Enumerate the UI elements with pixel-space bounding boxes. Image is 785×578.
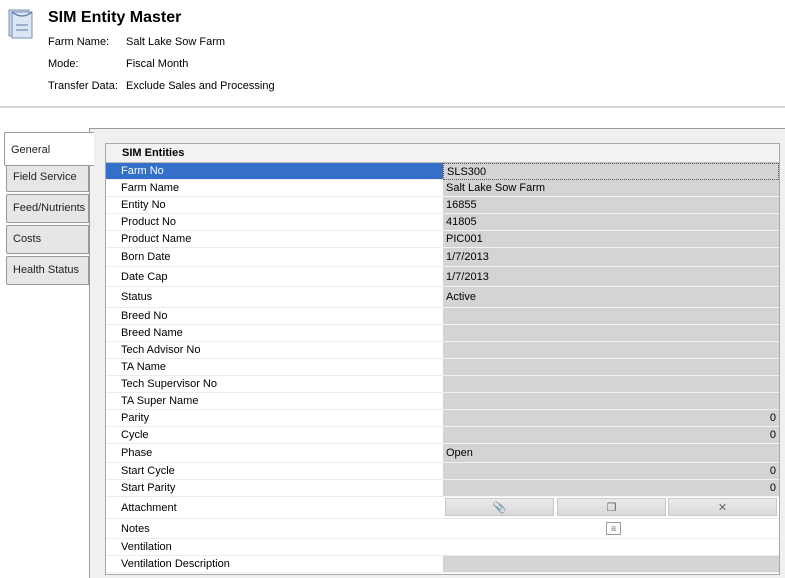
grid-row-entity-no[interactable]: Entity No 16855	[106, 197, 779, 214]
tab-field-service[interactable]: Field Service	[6, 163, 89, 192]
field-label: Attachment	[106, 497, 443, 519]
field-label: Product Name	[106, 231, 443, 248]
grid-row-ventilation-description[interactable]: Ventilation Description	[106, 556, 779, 573]
grid-row-product-no[interactable]: Product No 41805	[106, 214, 779, 231]
open-folder-button[interactable]: ❐	[557, 498, 666, 516]
grid-row-phase[interactable]: Phase Open	[106, 444, 779, 463]
tab-general[interactable]: General	[4, 132, 94, 166]
grid-row-tech-supervisor-no[interactable]: Tech Supervisor No	[106, 376, 779, 393]
field-label: Entity No	[106, 197, 443, 214]
field-value[interactable]	[443, 393, 779, 410]
grid-title: SIM Entities	[106, 144, 779, 163]
field-label: TA Name	[106, 359, 443, 376]
grid-row-status[interactable]: Status Active	[106, 287, 779, 308]
transfer-data-value: Exclude Sales and Processing	[126, 80, 275, 92]
document-stack-icon	[8, 9, 33, 39]
delete-x-icon: ✕	[717, 501, 728, 514]
paperclip-icon: 📎	[492, 501, 507, 514]
field-value[interactable]: 1/7/2013	[443, 267, 779, 287]
header: SIM Entity Master Farm Name: Salt Lake So…	[0, 0, 785, 108]
field-label: Cycle	[106, 427, 443, 444]
field-value[interactable]: a	[443, 519, 779, 539]
field-label: Breed No	[106, 308, 443, 325]
grid-row-product-name[interactable]: Product Name PIC001	[106, 231, 779, 248]
field-value[interactable]: 1/7/2013	[443, 248, 779, 267]
field-label: Born Date	[106, 248, 443, 267]
sim-entities-grid: SIM Entities Farm No SLS300 Farm Name Salt …	[105, 143, 780, 575]
field-value[interactable]	[443, 556, 779, 573]
field-label: Tech Supervisor No	[106, 376, 443, 393]
field-label: Ventilation Description	[106, 556, 443, 573]
field-label: Start Cycle	[106, 463, 443, 480]
field-value[interactable]: 16855	[443, 197, 779, 214]
grid-row-ventilation[interactable]: Ventilation	[106, 539, 779, 556]
field-label: Status	[106, 287, 443, 308]
field-value[interactable]	[443, 325, 779, 342]
transfer-data-label: Transfer Data:	[48, 80, 118, 92]
grid-row-parity[interactable]: Parity 0	[106, 410, 779, 427]
field-label: Product No	[106, 214, 443, 231]
field-value[interactable]: 📎 ❐ ✕	[443, 497, 779, 519]
grid-row-farm-name[interactable]: Farm Name Salt Lake Sow Farm	[106, 180, 779, 197]
transfer-data-info: Transfer Data: Exclude Sales and Processi…	[48, 80, 275, 92]
grid-row-ta-super-name[interactable]: TA Super Name	[106, 393, 779, 410]
mode-info: Mode: Fiscal Month	[48, 58, 188, 70]
grid-row-date-cap[interactable]: Date Cap 1/7/2013	[106, 267, 779, 287]
grid-row-attachment[interactable]: Attachment 📎 ❐ ✕	[106, 497, 779, 519]
field-label: Farm No	[106, 163, 443, 180]
field-value[interactable]: 0	[443, 410, 779, 427]
grid-row-notes[interactable]: Notes a	[106, 519, 779, 539]
note-icon[interactable]: a	[606, 522, 621, 535]
tab-feed-nutrients[interactable]: Feed/Nutrients	[6, 194, 89, 223]
grid-row-cycle[interactable]: Cycle 0	[106, 427, 779, 444]
field-value[interactable]	[443, 539, 779, 556]
field-label: Farm Name	[106, 180, 443, 197]
farm-name-value: Salt Lake Sow Farm	[126, 36, 226, 48]
grid-row-farm-no[interactable]: Farm No SLS300	[106, 163, 779, 180]
field-value[interactable]: Active	[443, 287, 779, 308]
field-value[interactable]: Open	[443, 444, 779, 463]
tab-costs[interactable]: Costs	[6, 225, 89, 254]
field-label: Date Cap	[106, 267, 443, 287]
field-value[interactable]	[443, 308, 779, 325]
grid-row-start-cycle[interactable]: Start Cycle 0	[106, 463, 779, 480]
grid-row-ta-name[interactable]: TA Name	[106, 359, 779, 376]
farm-name-label: Farm Name:	[48, 36, 110, 48]
field-value[interactable]: 0	[443, 480, 779, 497]
field-value[interactable]	[443, 359, 779, 376]
page-title: SIM Entity Master	[48, 9, 182, 26]
mode-value: Fiscal Month	[126, 58, 189, 70]
field-label: Tech Advisor No	[106, 342, 443, 359]
field-value[interactable]: Salt Lake Sow Farm	[443, 180, 779, 197]
field-value[interactable]	[443, 376, 779, 393]
farm-name-info: Farm Name: Salt Lake Sow Farm	[48, 36, 225, 48]
field-value[interactable]: PIC001	[443, 231, 779, 248]
mode-label: Mode:	[48, 58, 79, 70]
grid-row-start-parity[interactable]: Start Parity 0	[106, 480, 779, 497]
field-value[interactable]	[443, 342, 779, 359]
grid-row-breed-name[interactable]: Breed Name	[106, 325, 779, 342]
delete-x-button[interactable]: ✕	[668, 498, 777, 516]
field-label: Ventilation	[106, 539, 443, 556]
paperclip-button[interactable]: 📎	[445, 498, 554, 516]
header-divider	[0, 106, 785, 108]
field-value[interactable]: 0	[443, 427, 779, 444]
field-label: Start Parity	[106, 480, 443, 497]
grid-row-tech-advisor-no[interactable]: Tech Advisor No	[106, 342, 779, 359]
field-value[interactable]: SLS300	[443, 163, 779, 180]
field-label: TA Super Name	[106, 393, 443, 410]
field-label: Parity	[106, 410, 443, 427]
open-folder-icon: ❐	[606, 501, 617, 514]
grid-row-breed-no[interactable]: Breed No	[106, 308, 779, 325]
grid-row-born-date[interactable]: Born Date 1/7/2013	[106, 248, 779, 267]
field-label: Breed Name	[106, 325, 443, 342]
field-value[interactable]: 41805	[443, 214, 779, 231]
tab-health-status[interactable]: Health Status	[6, 256, 89, 285]
field-value[interactable]: 0	[443, 463, 779, 480]
field-label: Notes	[106, 519, 443, 539]
field-label: Phase	[106, 444, 443, 463]
